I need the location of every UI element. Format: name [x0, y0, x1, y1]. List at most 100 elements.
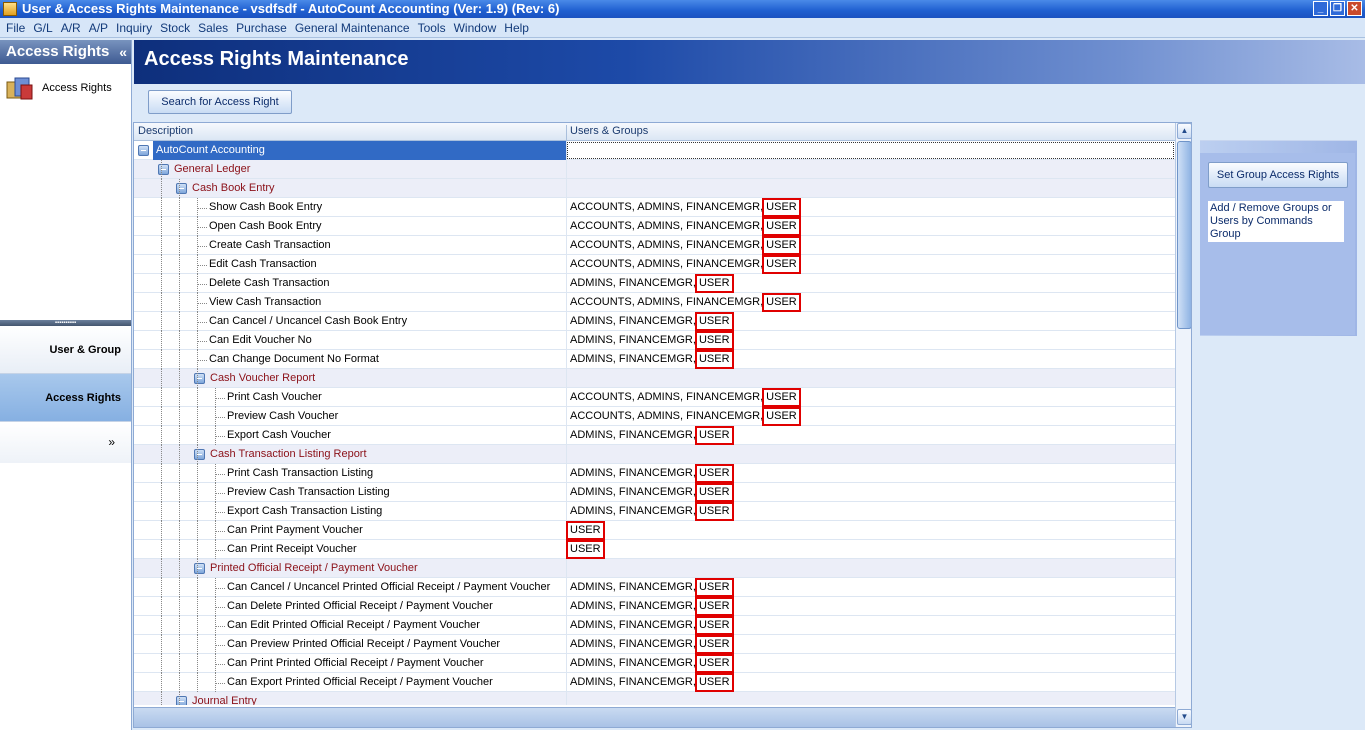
menu-file[interactable]: File [0, 21, 29, 35]
tree-guide-line [215, 502, 216, 521]
tree-guide-line [197, 578, 198, 597]
tree-group-row[interactable]: Printed Official Receipt / Payment Vouch… [134, 559, 1175, 578]
close-button[interactable]: ✕ [1347, 1, 1362, 16]
tree-row[interactable]: Export Cash Voucher ADMINS, FINANCEMGR, U… [134, 426, 1175, 445]
access-rights-icon [6, 77, 33, 100]
tree-row[interactable]: Can Edit Voucher No ADMINS, FINANCEMGR, U… [134, 331, 1175, 350]
cell-separator [566, 160, 567, 179]
column-header-users-groups[interactable]: Users & Groups [570, 125, 648, 137]
tree-guide-line [161, 274, 162, 293]
cell-separator [566, 236, 567, 255]
user-highlight-box [762, 407, 801, 426]
menu-window[interactable]: Window [450, 21, 501, 35]
users-groups-focus-cell[interactable] [567, 142, 1174, 159]
tree-root-row[interactable]: AutoCount Accounting [134, 141, 1175, 160]
collapse-icon[interactable] [176, 183, 187, 194]
nav-more-button[interactable]: » [0, 423, 131, 463]
row-description: Open Cash Book Entry [209, 220, 322, 232]
row-description: Print Cash Transaction Listing [227, 467, 374, 479]
tree-group-row[interactable]: General Ledger [134, 160, 1175, 179]
cell-separator [566, 217, 567, 236]
column-header-description[interactable]: Description [138, 125, 193, 137]
menu-inquiry[interactable]: Inquiry [112, 21, 156, 35]
user-highlight-box [694, 350, 734, 369]
tree-connector [215, 417, 225, 418]
collapse-icon[interactable] [194, 563, 205, 574]
collapse-icon[interactable] [176, 696, 187, 705]
menu-gl[interactable]: G/L [29, 21, 56, 35]
tree-guide-line [215, 616, 216, 635]
tree-row[interactable]: Can Export Printed Official Receipt / Pa… [134, 673, 1175, 692]
tree-row[interactable]: Can Print Printed Official Receipt / Pay… [134, 654, 1175, 673]
tree-guide-line [161, 692, 162, 705]
menu-tools[interactable]: Tools [414, 21, 450, 35]
tree-guide-line [179, 578, 180, 597]
nav-button-user-group[interactable]: User & Group [0, 326, 131, 374]
tree-guide-line [215, 388, 216, 407]
tree-row[interactable]: Create Cash Transaction ACCOUNTS, ADMINS,… [134, 236, 1175, 255]
scroll-up-icon[interactable]: ▲ [1177, 123, 1191, 139]
tree-group-row[interactable]: Journal Entry [134, 692, 1175, 705]
tree-row[interactable]: Can Print Payment Voucher USER [134, 521, 1175, 540]
nav-button-access-rights[interactable]: Access Rights [0, 374, 131, 422]
tree-row[interactable]: Preview Cash Voucher ACCOUNTS, ADMINS, FI… [134, 407, 1175, 426]
tree-guide-line [161, 654, 162, 673]
tree-row[interactable]: Can Cancel / Uncancel Printed Official R… [134, 578, 1175, 597]
tree-row[interactable]: Can Edit Printed Official Receipt / Paym… [134, 616, 1175, 635]
tree-row[interactable]: Delete Cash Transaction ADMINS, FINANCEMG… [134, 274, 1175, 293]
tree-guide-line [161, 388, 162, 407]
menu-sales[interactable]: Sales [194, 21, 232, 35]
tree-guide-line [161, 502, 162, 521]
tree-guide-line [197, 654, 198, 673]
tree-row[interactable]: Print Cash Transaction Listing ADMINS, FI… [134, 464, 1175, 483]
scroll-down-icon[interactable]: ▼ [1177, 709, 1191, 725]
tree-guide-line [179, 502, 180, 521]
menu-ar[interactable]: A/R [57, 21, 85, 35]
tree-connector [197, 284, 207, 285]
tree-row[interactable]: Open Cash Book Entry ACCOUNTS, ADMINS, FI… [134, 217, 1175, 236]
collapse-icon[interactable] [138, 145, 149, 156]
menu-stock[interactable]: Stock [156, 21, 194, 35]
tree-guide-line [197, 502, 198, 521]
menu-purchase[interactable]: Purchase [232, 21, 291, 35]
scrollbar-thumb[interactable] [1177, 141, 1191, 329]
tree-connector [215, 588, 225, 589]
tree-row[interactable]: Preview Cash Transaction Listing ADMINS, … [134, 483, 1175, 502]
menu-general-maintenance[interactable]: General Maintenance [291, 21, 414, 35]
tree-row[interactable]: Edit Cash Transaction ACCOUNTS, ADMINS, F… [134, 255, 1175, 274]
tree-connector [215, 607, 225, 608]
tree-row[interactable]: Can Change Document No Format ADMINS, FIN… [134, 350, 1175, 369]
restore-button[interactable]: ❐ [1330, 1, 1345, 16]
collapse-icon[interactable] [194, 373, 205, 384]
tree-row[interactable]: Print Cash Voucher ACCOUNTS, ADMINS, FINA… [134, 388, 1175, 407]
menu-ap[interactable]: A/P [85, 21, 112, 35]
vertical-scrollbar[interactable]: ▲ ▼ [1175, 123, 1191, 727]
tree-row[interactable]: Can Print Receipt Voucher USER [134, 540, 1175, 559]
set-group-access-rights-button[interactable]: Set Group Access Rights [1208, 162, 1348, 188]
cell-separator [566, 255, 567, 274]
tree-row[interactable]: View Cash Transaction ACCOUNTS, ADMINS, F… [134, 293, 1175, 312]
minimize-button[interactable]: _ [1313, 1, 1328, 16]
user-highlight-box [762, 198, 801, 217]
collapse-icon[interactable] [194, 449, 205, 460]
window-title: User & Access Rights Maintenance - vsdfs… [22, 1, 560, 16]
access-rights-tree-grid: Description Users & Groups AutoCount Acc… [133, 122, 1192, 728]
tree-group-row[interactable]: Cash Transaction Listing Report [134, 445, 1175, 464]
tree-group-row[interactable]: Cash Book Entry [134, 179, 1175, 198]
tree-group-row[interactable]: Cash Voucher Report [134, 369, 1175, 388]
nav-item-access-rights[interactable]: Access Rights [6, 74, 126, 104]
search-access-right-button[interactable]: Search for Access Right [148, 90, 292, 114]
user-highlight-box [694, 331, 734, 350]
tree-row[interactable]: Can Delete Printed Official Receipt / Pa… [134, 597, 1175, 616]
menu-help[interactable]: Help [500, 21, 533, 35]
collapse-icon[interactable] [158, 164, 169, 175]
nav-button-label: User & Group [49, 344, 121, 356]
tree-guide-line [179, 293, 180, 312]
collapse-icon[interactable]: « [119, 40, 127, 64]
tree-connector [215, 683, 225, 684]
tree-row[interactable]: Export Cash Transaction Listing ADMINS, F… [134, 502, 1175, 521]
tree-row[interactable]: Show Cash Book Entry ACCOUNTS, ADMINS, FI… [134, 198, 1175, 217]
tree-row[interactable]: Can Preview Printed Official Receipt / P… [134, 635, 1175, 654]
tree-row[interactable]: Can Cancel / Uncancel Cash Book Entry ADM… [134, 312, 1175, 331]
row-description: Can Change Document No Format [209, 353, 379, 365]
